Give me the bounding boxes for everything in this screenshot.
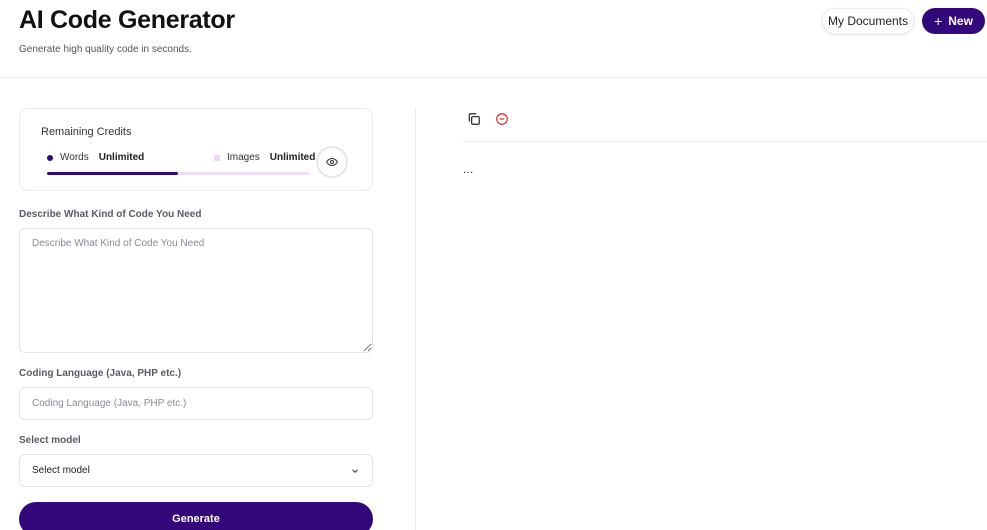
model-select-value: Select model [32, 465, 90, 476]
generate-button[interactable]: Generate [19, 502, 373, 530]
output-toolbar [465, 110, 511, 128]
chevron-down-icon [352, 468, 358, 473]
credit-images: Images Unlimited [214, 152, 315, 163]
credits-title: Remaining Credits [41, 126, 132, 138]
language-input[interactable] [19, 387, 373, 420]
credits-card: Remaining Credits Words Unlimited Images… [19, 108, 373, 191]
page: AI Code Generator Generate high quality … [0, 0, 987, 530]
model-select[interactable]: Select model [19, 454, 373, 487]
credit-words: Words Unlimited [47, 152, 144, 163]
copy-button[interactable] [465, 110, 483, 128]
words-value: Unlimited [98, 152, 145, 163]
page-subtitle: Generate high quality code in seconds. [19, 44, 192, 55]
description-label: Describe What Kind of Code You Need [19, 209, 202, 220]
toggle-visibility-button[interactable] [316, 146, 348, 178]
output-text: ... [463, 164, 474, 176]
column-divider [415, 108, 416, 530]
clear-button[interactable] [493, 110, 511, 128]
words-label: Words [60, 152, 89, 163]
page-title: AI Code Generator [19, 6, 235, 34]
header: AI Code Generator Generate high quality … [0, 0, 987, 78]
eye-icon [326, 157, 338, 167]
model-label: Select model [19, 435, 81, 446]
copy-icon [468, 113, 480, 125]
images-dot-icon [214, 154, 220, 161]
new-button[interactable]: + New [922, 8, 985, 34]
language-label: Coding Language (Java, PHP etc.) [19, 368, 182, 379]
plus-icon: + [934, 13, 943, 29]
new-button-label: New [948, 14, 973, 28]
minus-circle-icon [496, 113, 508, 125]
my-documents-button[interactable]: My Documents [822, 8, 914, 34]
description-textarea[interactable] [19, 228, 373, 353]
images-value: Unlimited [269, 152, 316, 163]
credits-progress-track [47, 172, 309, 175]
words-dot-icon [47, 154, 53, 161]
images-label: Images [227, 152, 260, 163]
credits-progress-fill [47, 172, 178, 175]
output-divider [463, 141, 987, 142]
